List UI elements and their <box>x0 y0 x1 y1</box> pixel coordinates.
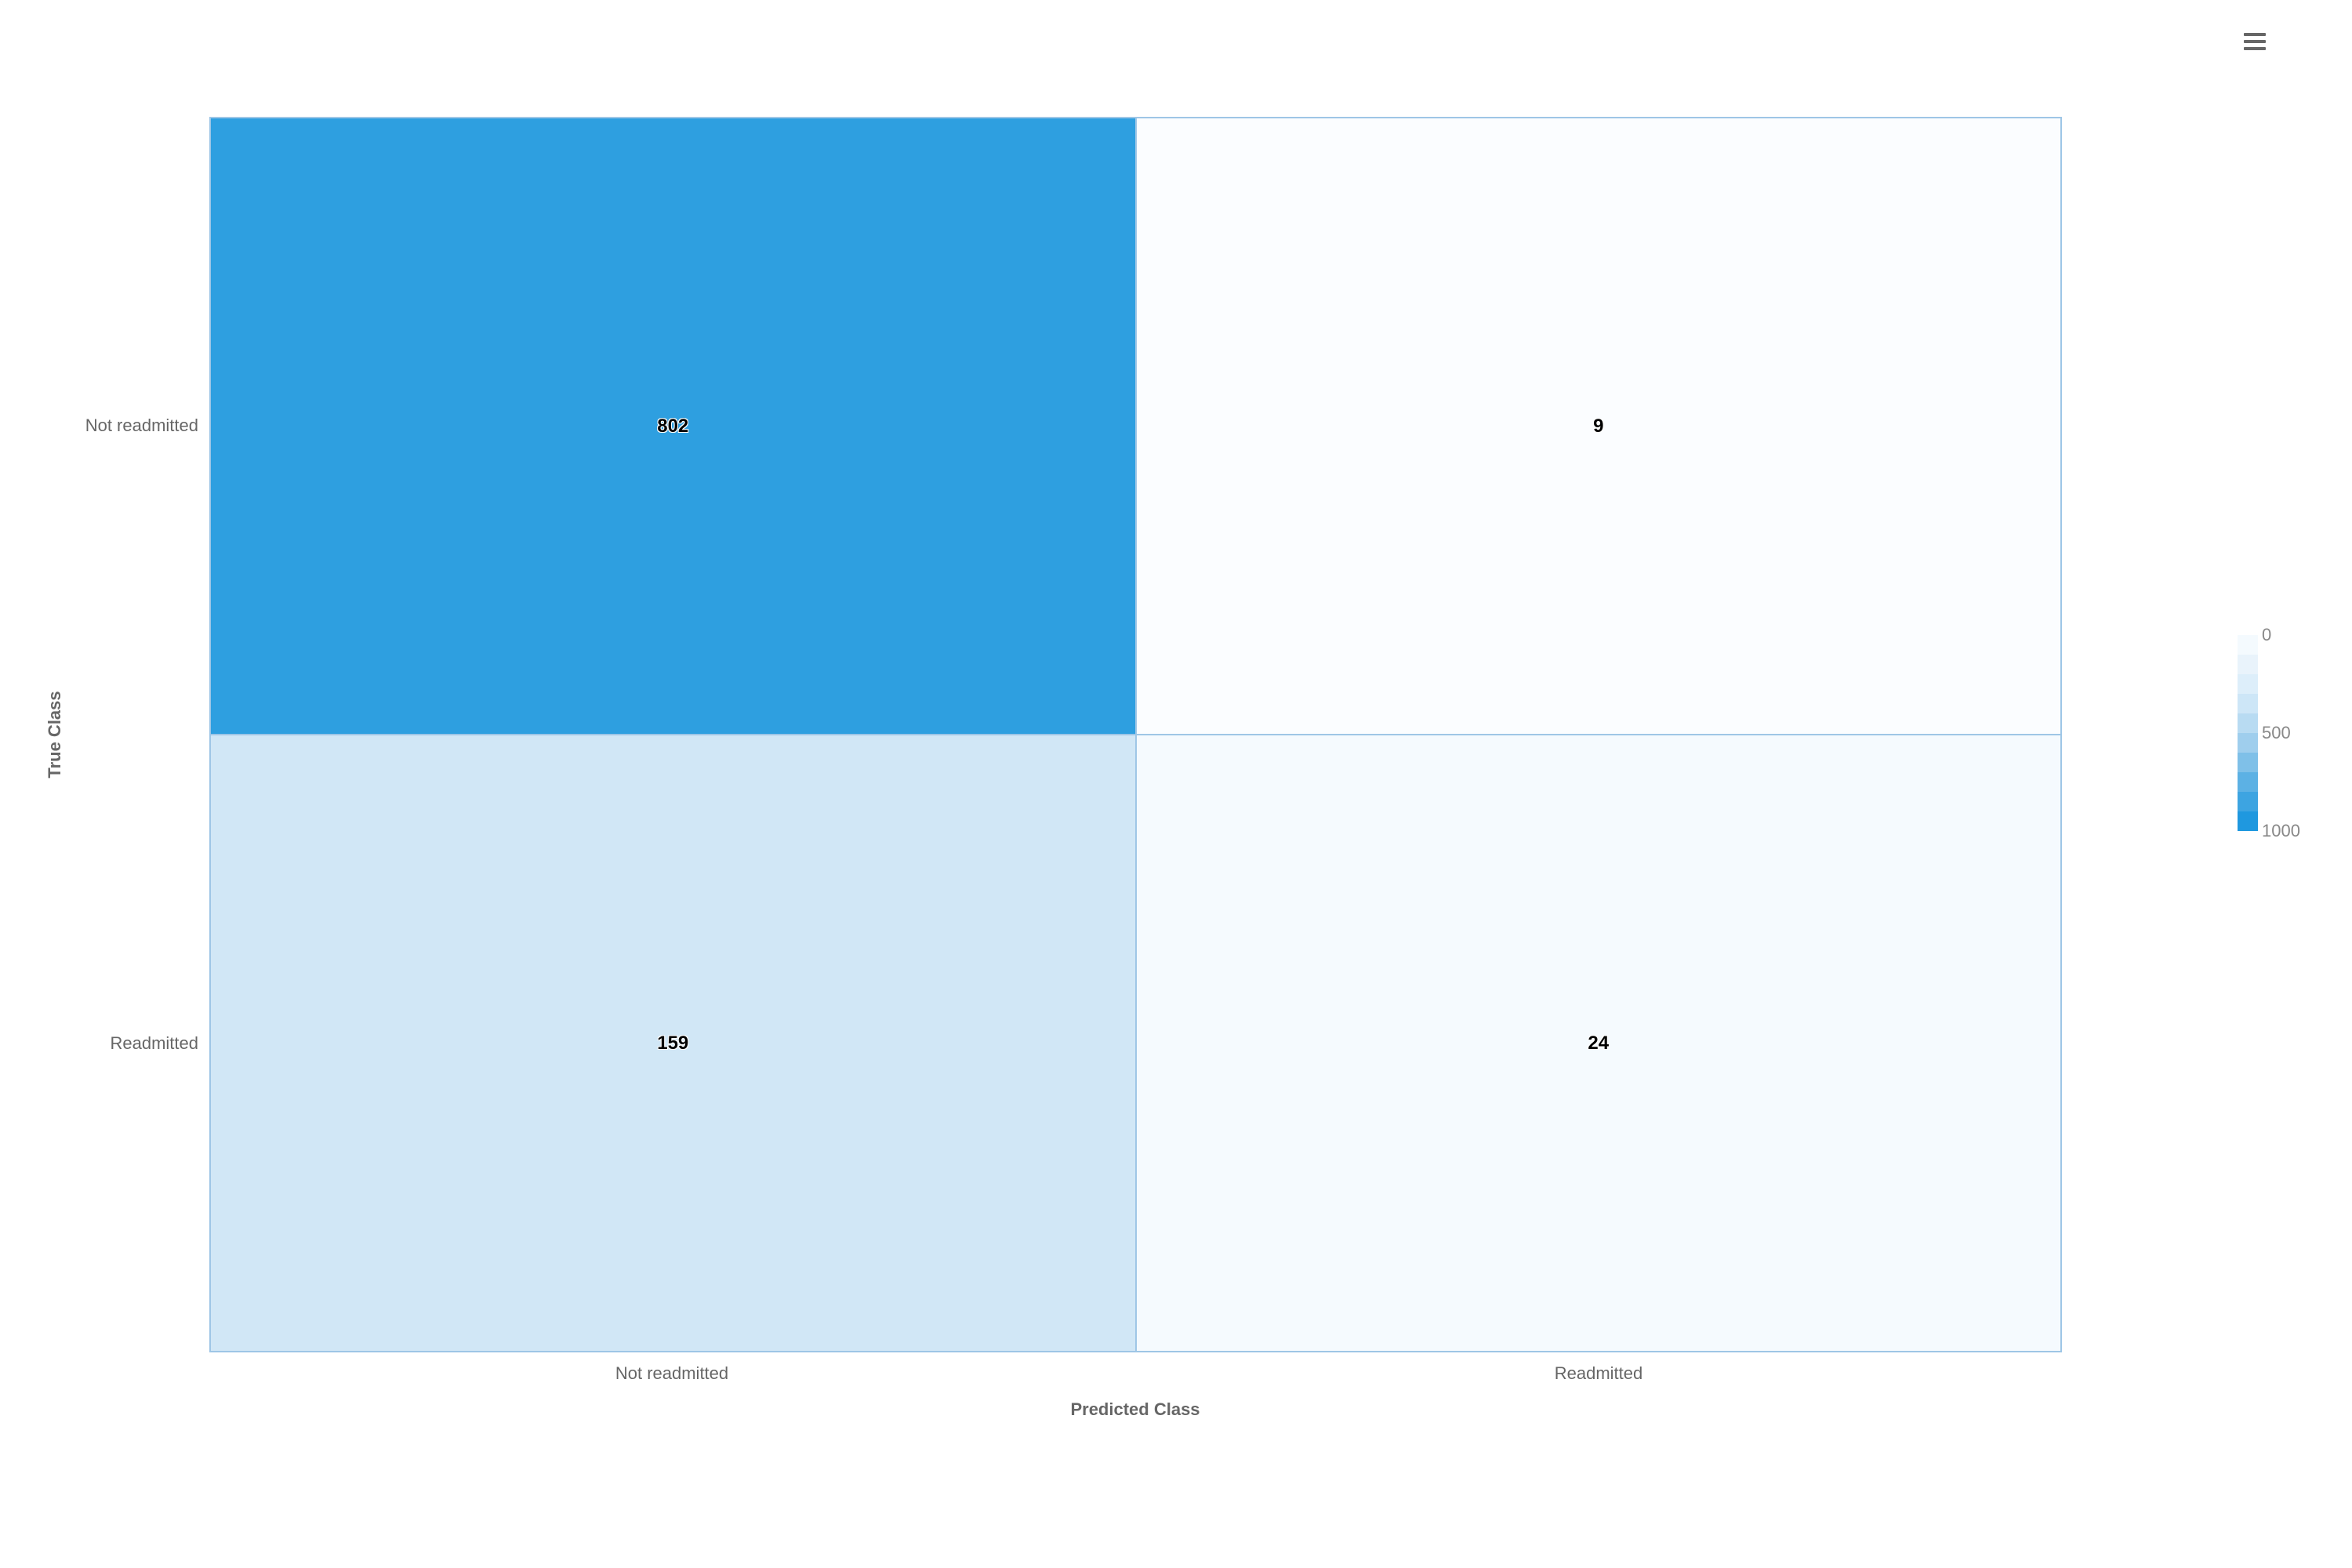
x-tick-label: Not readmitted <box>615 1363 728 1384</box>
x-tick-label: Readmitted <box>1555 1363 1643 1384</box>
color-scale-bar <box>2238 635 2258 831</box>
heatmap-row: 802 9 <box>210 118 2061 735</box>
cell-value: 802 <box>657 416 688 437</box>
y-axis-title: True Class <box>45 691 65 778</box>
heatmap-cell: 159 <box>210 735 1136 1352</box>
cell-value: 9 <box>1593 416 1603 437</box>
y-tick-label: Readmitted <box>110 1033 198 1054</box>
heatmap-cell: 9 <box>1136 118 2062 735</box>
y-tick-label: Not readmitted <box>85 416 198 436</box>
hamburger-menu-icon[interactable] <box>2244 33 2266 50</box>
confusion-matrix-heatmap: 802 9 159 24 <box>209 117 2062 1352</box>
color-scale-labels: 0 500 1000 <box>2262 635 2305 831</box>
cell-value: 24 <box>1588 1033 1609 1054</box>
color-scale-tick: 1000 <box>2262 822 2305 840</box>
color-scale-tick: 0 <box>2262 626 2305 644</box>
heatmap-cell: 24 <box>1136 735 2062 1352</box>
color-scale-tick: 500 <box>2262 724 2305 742</box>
cell-value: 159 <box>657 1033 688 1054</box>
heatmap-cell: 802 <box>210 118 1136 735</box>
heatmap-row: 159 24 <box>210 735 2061 1352</box>
x-axis-title: Predicted Class <box>1070 1399 1200 1420</box>
